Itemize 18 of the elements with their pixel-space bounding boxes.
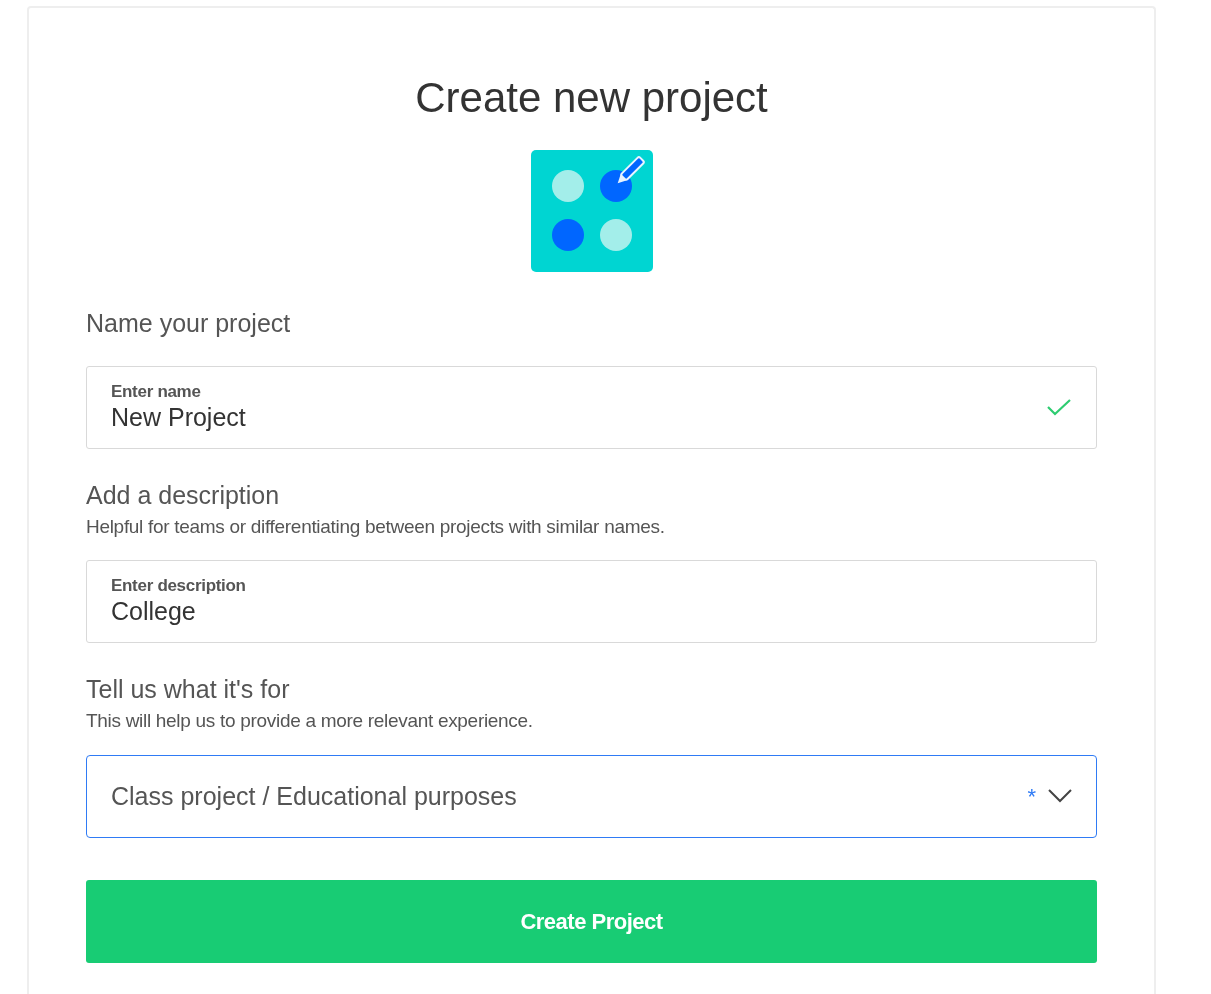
field-value: New Project [111,402,247,434]
field-value: College [111,596,197,628]
section-heading: Name your project [86,307,292,339]
select-value: Class project / Educational purposes [111,780,518,812]
page-title: Create new project [414,73,769,123]
text-field[interactable]: Enter name New Project [86,365,1097,449]
project-icon [530,149,653,272]
chevron-down-icon [1048,789,1072,804]
check-icon [1046,397,1072,418]
helper-text: This will help us to provide a more relevant experience. [86,709,534,733]
section-heading: Tell us what it's for [86,673,291,705]
text-field[interactable]: Enter description College [86,559,1097,643]
field-label: Enter name [111,381,202,403]
helper-text: Helpful for teams or differentiating between projects with similar names. [86,515,666,539]
section-heading: Add a description [86,479,281,511]
field-label: Enter description [111,575,247,597]
purpose-select[interactable]: Class project / Educational purposes * [86,754,1097,838]
required-mark: * [1027,782,1036,811]
